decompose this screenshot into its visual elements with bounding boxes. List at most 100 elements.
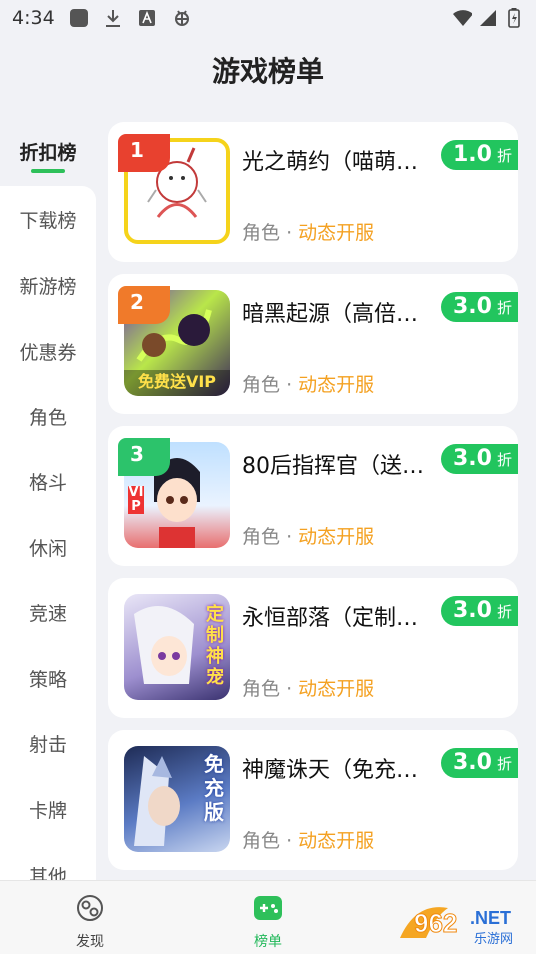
sidebar-item-label: 折扣榜	[19, 141, 77, 164]
discount-badge: 3.0 折	[441, 444, 518, 474]
page-title: 游戏榜单	[211, 55, 324, 88]
status-time: 4:34	[12, 7, 55, 29]
sidebar-item-label: 新游榜	[19, 275, 77, 298]
active-indicator	[31, 168, 65, 173]
download-icon	[103, 8, 123, 28]
game-name: 80后指挥官（送…	[242, 454, 424, 479]
svg-text:.NET: .NET	[470, 908, 511, 928]
sidebar-item-label: 射击	[28, 733, 67, 756]
sidebar-item-label: 格斗	[28, 471, 67, 494]
sidebar-item-label: 其他	[28, 866, 67, 880]
discount-badge: 1.0 折	[441, 140, 518, 170]
game-icon: 定制神宠	[124, 594, 230, 700]
discount-value: 3.0	[453, 750, 492, 775]
discount-badge: 3.0 折	[441, 596, 518, 626]
game-name: 神魔诛天（免充…	[242, 758, 419, 783]
game-card[interactable]: 定制神宠 永恒部落（定制… 角色 · 动态开服 3.0 折	[108, 578, 518, 718]
game-icon: 免充版	[124, 746, 230, 852]
game-meta: 角色 · 动态开服	[242, 674, 374, 701]
game-tag: 动态开服	[298, 374, 375, 396]
thumb-label: 免费送VIP	[137, 372, 217, 391]
game-card[interactable]: VIP 3 80后指挥官（送… 角色 · 动态开服 3.0 折	[108, 426, 518, 566]
status-bar: 4:34	[0, 0, 536, 36]
meta-separator: ·	[286, 526, 293, 548]
sidebar-item-coupons[interactable]: 优惠券	[0, 318, 96, 384]
bug-icon	[171, 8, 191, 28]
tab-discover[interactable]: 发现	[50, 893, 130, 951]
meta-separator: ·	[286, 678, 293, 700]
svg-text:962: 962	[414, 908, 457, 938]
app-notification-icon	[69, 8, 89, 28]
game-meta: 角色 · 动态开服	[242, 218, 374, 245]
game-name: 光之萌约（喵萌…	[242, 150, 419, 175]
sidebar-item-cards[interactable]: 卡牌	[0, 776, 96, 842]
game-category: 角色	[242, 830, 281, 852]
game-meta: 角色 · 动态开服	[242, 370, 374, 397]
discount-unit: 折	[496, 299, 512, 317]
sidebar-item-label: 优惠券	[19, 341, 77, 364]
sidebar-item-label: 卡牌	[28, 799, 67, 822]
gamepad-icon	[253, 893, 283, 927]
thumb-label: VIP	[128, 485, 144, 514]
game-tag: 动态开服	[298, 830, 375, 852]
sidebar-item-fighting[interactable]: 格斗	[0, 448, 96, 514]
game-card[interactable]: 免充版 神魔诛天（免充… 角色 · 动态开服 3.0 折	[108, 730, 518, 870]
sidebar-item-label: 休闲	[28, 537, 67, 560]
tab-label: 榜单	[254, 934, 282, 950]
svg-text:乐游网: 乐游网	[474, 932, 513, 947]
game-category: 角色	[242, 526, 281, 548]
discount-value: 3.0	[453, 598, 492, 623]
game-category: 角色	[242, 678, 281, 700]
discount-unit: 折	[496, 755, 512, 773]
rank-badge: 2	[118, 286, 170, 324]
discount-unit: 折	[496, 147, 512, 165]
rank-badge: 3	[118, 438, 170, 476]
discount-unit: 折	[496, 451, 512, 469]
game-meta: 角色 · 动态开服	[242, 522, 374, 549]
sidebar-item-label: 角色	[28, 406, 67, 429]
discount-badge: 3.0 折	[441, 292, 518, 322]
tab-rankings[interactable]: 榜单	[228, 893, 308, 951]
sidebar-item-label: 策略	[28, 668, 67, 691]
sidebar-item-racing[interactable]: 竞速	[0, 579, 96, 645]
sidebar-item-other[interactable]: 其他	[0, 842, 96, 880]
sidebar-item-label: 下载榜	[19, 209, 77, 232]
wifi-icon	[452, 8, 472, 28]
sidebar-item-downloads[interactable]: 下载榜	[0, 186, 96, 252]
sidebar-item-shooting[interactable]: 射击	[0, 710, 96, 776]
discount-value: 3.0	[453, 294, 492, 319]
meta-separator: ·	[286, 374, 293, 396]
font-a-icon	[137, 8, 157, 28]
game-category: 角色	[242, 222, 281, 244]
signal-icon	[478, 8, 498, 28]
game-card[interactable]: 免费送VIP 2 暗黑起源（高倍… 角色 · 动态开服 3.0 折	[108, 274, 518, 414]
game-tag: 动态开服	[298, 678, 375, 700]
sidebar-item-role[interactable]: 角色	[0, 383, 96, 449]
discount-value: 3.0	[453, 446, 492, 471]
game-category: 角色	[242, 374, 281, 396]
sidebar-item-label: 竞速	[28, 602, 67, 625]
discount-badge: 3.0 折	[441, 748, 518, 778]
game-name: 暗黑起源（高倍…	[242, 302, 419, 327]
meta-separator: ·	[286, 830, 293, 852]
sidebar-item-discount[interactable]: 折扣榜	[0, 122, 96, 188]
site-watermark: 962 .NET 乐游网	[396, 898, 530, 948]
discount-unit: 折	[496, 603, 512, 621]
rank-badge: 1	[118, 134, 170, 172]
sidebar-item-casual[interactable]: 休闲	[0, 514, 96, 580]
game-tag: 动态开服	[298, 222, 375, 244]
game-card[interactable]: 1 光之萌约（喵萌… 角色 · 动态开服 1.0 折	[108, 122, 518, 262]
battery-icon	[504, 8, 524, 28]
game-name: 永恒部落（定制…	[242, 606, 419, 631]
thumb-label: 免充版	[204, 752, 224, 824]
thumb-label: 定制神宠	[206, 604, 224, 688]
category-sidebar: 折扣榜 下载榜 新游榜 优惠券 角色 格斗 休闲 竞速 策略 射击 卡牌 其他	[0, 120, 96, 881]
discount-value: 1.0	[453, 142, 492, 167]
sidebar-item-strategy[interactable]: 策略	[0, 645, 96, 711]
discover-icon	[75, 893, 105, 927]
game-tag: 动态开服	[298, 526, 375, 548]
meta-separator: ·	[286, 222, 293, 244]
game-meta: 角色 · 动态开服	[242, 826, 374, 853]
sidebar-item-new-games[interactable]: 新游榜	[0, 252, 96, 318]
tab-label: 发现	[76, 934, 104, 950]
